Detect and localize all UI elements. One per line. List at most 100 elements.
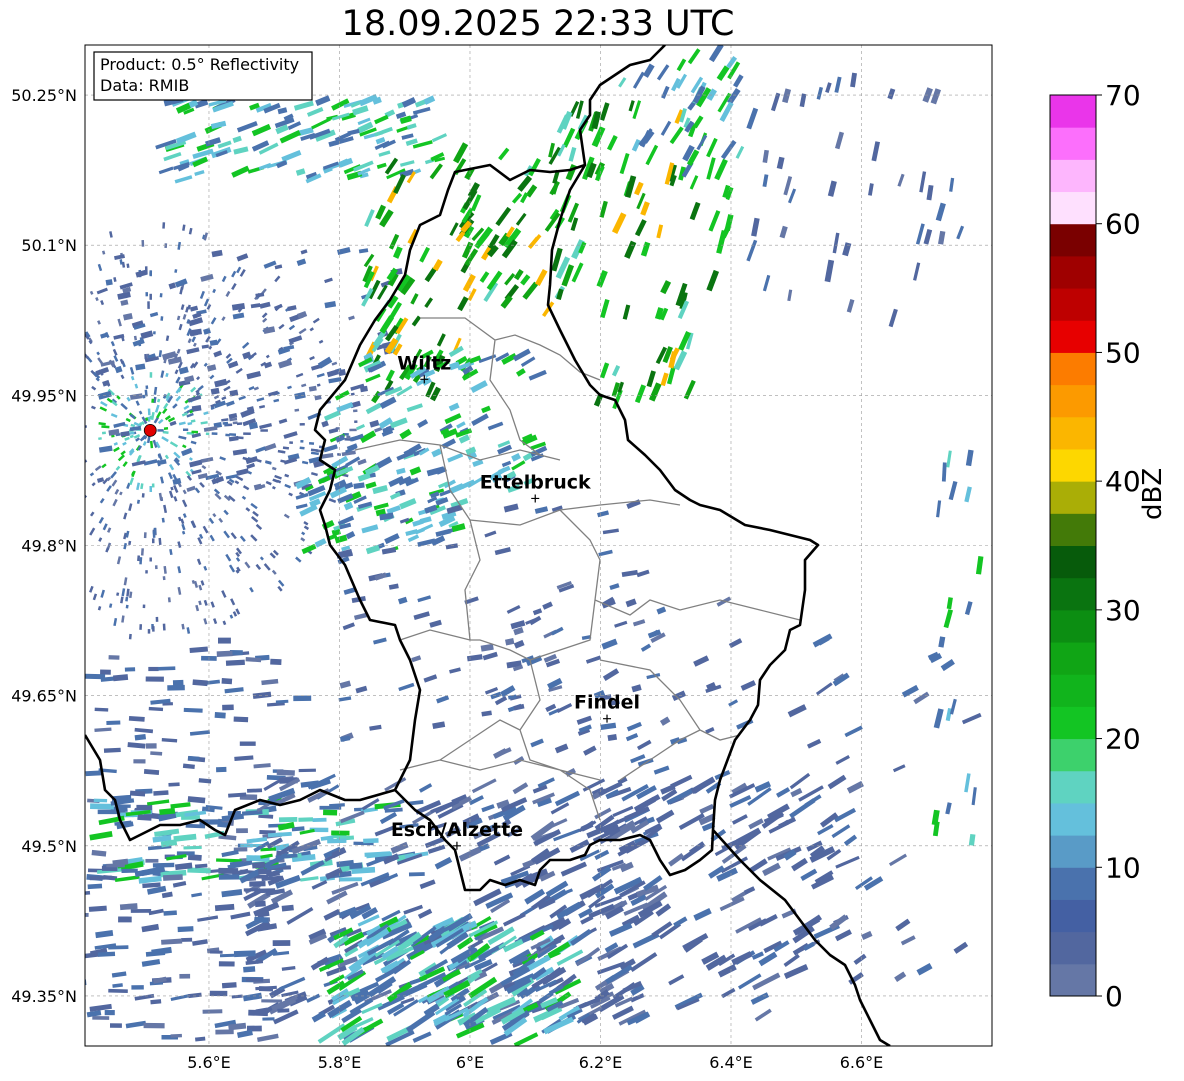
echo-mark bbox=[345, 531, 356, 540]
echo-mark bbox=[21, 440, 29, 441]
echo-mark bbox=[790, 787, 803, 798]
echo-mark bbox=[193, 580, 199, 588]
echo-mark bbox=[273, 1009, 299, 1025]
echo-mark bbox=[250, 303, 261, 309]
echo-mark bbox=[198, 600, 202, 606]
echo-mark bbox=[669, 126, 684, 145]
colorbar-segment bbox=[1050, 352, 1096, 386]
echo-mark bbox=[471, 778, 497, 794]
echo-mark bbox=[47, 570, 50, 574]
echo-mark bbox=[237, 436, 244, 440]
echo-mark bbox=[782, 88, 792, 104]
echo-mark bbox=[191, 405, 202, 412]
echo-mark bbox=[182, 763, 195, 770]
echo-mark bbox=[231, 165, 250, 178]
echo-mark bbox=[203, 411, 209, 416]
echo-mark bbox=[512, 782, 529, 795]
echo-mark bbox=[125, 596, 129, 602]
echo-mark bbox=[216, 650, 233, 657]
echo-mark bbox=[946, 597, 953, 610]
echo-mark bbox=[522, 281, 539, 300]
echo-mark bbox=[239, 535, 246, 543]
lon-tick-label: 6.4°E bbox=[709, 1053, 753, 1072]
echo-mark bbox=[562, 127, 576, 148]
echo-mark bbox=[721, 987, 736, 999]
echo-mark bbox=[195, 604, 200, 612]
echo-mark bbox=[373, 502, 389, 511]
echo-mark bbox=[221, 275, 227, 283]
echo-mark bbox=[660, 280, 672, 295]
echo-mark bbox=[365, 402, 382, 415]
echo-mark bbox=[279, 976, 306, 991]
echo-mark bbox=[176, 315, 181, 321]
echo-mark bbox=[100, 332, 109, 339]
echo-mark bbox=[412, 106, 431, 115]
echo-mark bbox=[668, 351, 678, 369]
echo-mark bbox=[217, 140, 232, 149]
echo-mark bbox=[630, 754, 646, 764]
echo-mark bbox=[19, 363, 23, 365]
echo-mark bbox=[80, 282, 82, 285]
echo-mark bbox=[33, 412, 40, 413]
echo-mark bbox=[618, 77, 627, 88]
echo-mark bbox=[201, 806, 215, 813]
city-label: Wiltz bbox=[397, 352, 451, 374]
echo-mark bbox=[375, 204, 387, 220]
echo-mark bbox=[102, 523, 108, 531]
echo-mark bbox=[827, 774, 847, 790]
echo-mark bbox=[429, 491, 440, 499]
echo-mark bbox=[395, 111, 407, 119]
echo-mark bbox=[13, 293, 16, 296]
echo-mark bbox=[139, 557, 143, 565]
echo-mark bbox=[655, 809, 675, 824]
echo-mark bbox=[183, 707, 203, 713]
echo-mark bbox=[210, 406, 215, 410]
lat-tick-label: 49.65°N bbox=[11, 687, 77, 706]
echo-mark bbox=[861, 930, 873, 940]
echo-mark bbox=[640, 643, 652, 652]
echo-mark bbox=[930, 88, 942, 105]
echo-mark bbox=[274, 275, 281, 283]
echo-mark bbox=[147, 416, 151, 422]
echo-mark bbox=[310, 448, 319, 452]
echo-mark bbox=[381, 547, 397, 555]
echo-mark bbox=[799, 93, 807, 108]
echo-mark bbox=[311, 879, 328, 890]
echo-mark bbox=[65, 486, 69, 489]
colorbar-tick-label: 70 bbox=[1105, 79, 1141, 112]
echo-mark bbox=[825, 82, 832, 93]
echo-mark bbox=[129, 413, 136, 420]
echo-mark bbox=[245, 657, 262, 663]
echo-mark bbox=[900, 935, 916, 946]
echo-mark bbox=[140, 330, 154, 340]
echo-mark bbox=[133, 335, 138, 341]
echo-mark bbox=[339, 522, 352, 530]
echo-mark bbox=[157, 418, 164, 425]
echo-mark bbox=[626, 721, 642, 732]
echo-mark bbox=[158, 537, 162, 546]
echo-mark bbox=[940, 659, 955, 672]
echo-mark bbox=[167, 597, 171, 603]
echo-mark bbox=[375, 508, 386, 517]
echo-mark bbox=[181, 412, 188, 417]
echo-mark bbox=[481, 405, 491, 414]
echo-mark bbox=[26, 499, 32, 503]
echo-mark bbox=[150, 411, 155, 421]
echo-mark bbox=[254, 900, 266, 908]
echo-mark bbox=[257, 911, 270, 918]
echo-mark bbox=[234, 480, 240, 485]
echo-mark bbox=[85, 979, 87, 986]
echo-mark bbox=[234, 755, 254, 761]
echo-mark bbox=[314, 394, 322, 401]
echo-mark bbox=[226, 357, 233, 364]
echo-mark bbox=[356, 424, 366, 431]
echo-mark bbox=[263, 443, 277, 452]
echo-mark bbox=[242, 485, 250, 491]
echo-mark bbox=[554, 743, 569, 754]
echo-mark bbox=[611, 365, 621, 377]
echo-mark bbox=[291, 826, 305, 832]
echo-mark bbox=[170, 994, 190, 1002]
echo-mark bbox=[298, 327, 307, 335]
echo-mark bbox=[182, 513, 187, 518]
info-source: Data: RMIB bbox=[100, 76, 189, 95]
